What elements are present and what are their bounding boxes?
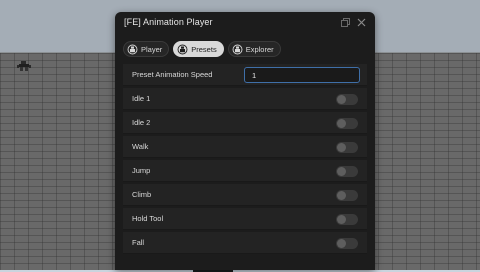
preset-row-fall: Fall xyxy=(123,232,367,254)
preset-row-idle-1: Idle 1 xyxy=(123,88,367,110)
character-icon xyxy=(177,44,188,55)
idle-1-toggle[interactable] xyxy=(336,94,358,105)
idle-2-toggle[interactable] xyxy=(336,118,358,129)
hold-tool-toggle[interactable] xyxy=(336,214,358,225)
preset-row-idle-2: Idle 2 xyxy=(123,112,367,134)
preset-label: Idle 2 xyxy=(132,118,151,127)
character-icon xyxy=(232,44,243,55)
climb-toggle[interactable] xyxy=(336,190,358,201)
preset-label: Fall xyxy=(132,238,145,247)
tab-explorer[interactable]: Explorer xyxy=(227,41,281,57)
presets-list[interactable]: Preset Animation Speed Idle 1 Idle 2 Wal… xyxy=(123,64,367,270)
toggle-knob xyxy=(337,143,346,152)
toggle-knob xyxy=(337,239,346,248)
preset-row-jump: Jump xyxy=(123,160,367,182)
preset-label: Jump xyxy=(132,166,151,175)
fall-toggle[interactable] xyxy=(336,238,358,249)
toggle-knob xyxy=(337,215,346,224)
walk-toggle[interactable] xyxy=(336,142,358,153)
toggle-knob xyxy=(337,191,346,200)
close-icon[interactable] xyxy=(355,16,367,28)
speed-input[interactable] xyxy=(244,67,360,83)
jump-toggle[interactable] xyxy=(336,166,358,177)
preset-label: Climb xyxy=(132,190,152,199)
character-icon xyxy=(127,44,138,55)
tab-presets[interactable]: Presets xyxy=(173,41,224,57)
title-bar[interactable]: [FE] Animation Player xyxy=(115,12,375,34)
tab-label: Player xyxy=(141,44,163,54)
tab-player[interactable]: Player xyxy=(123,41,170,57)
window-title: [FE] Animation Player xyxy=(124,17,213,27)
toggle-knob xyxy=(337,167,346,176)
tab-label: Presets xyxy=(191,44,217,54)
speed-row: Preset Animation Speed xyxy=(123,64,367,86)
player-character xyxy=(17,58,31,71)
toggle-knob xyxy=(337,119,346,128)
scrollbar[interactable] xyxy=(369,64,371,270)
restore-icon[interactable] xyxy=(339,16,351,28)
preset-row-hold-tool: Hold Tool xyxy=(123,208,367,230)
preset-row-walk: Walk xyxy=(123,136,367,158)
animation-player-window: [FE] Animation Player Player Presets Exp… xyxy=(115,12,375,270)
tab-bar: Player Presets Explorer xyxy=(123,41,281,57)
tab-label: Explorer xyxy=(245,44,274,54)
speed-label: Preset Animation Speed xyxy=(132,70,213,79)
preset-row-climb: Climb xyxy=(123,184,367,206)
preset-label: Walk xyxy=(132,142,149,151)
preset-label: Idle 1 xyxy=(132,94,151,103)
toggle-knob xyxy=(337,95,346,104)
preset-label: Hold Tool xyxy=(132,214,164,223)
